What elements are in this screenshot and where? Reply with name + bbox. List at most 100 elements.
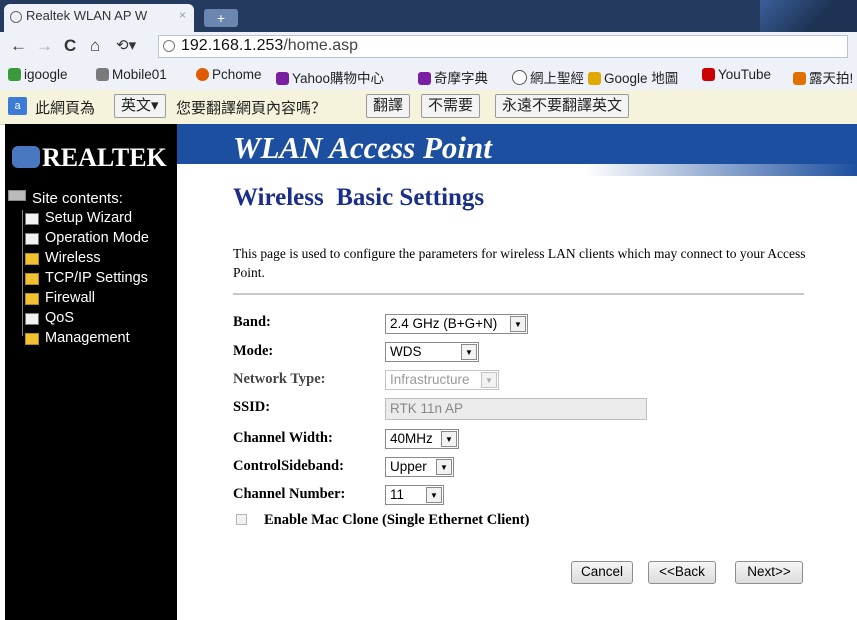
sidebar-item-label: TCP/IP Settings xyxy=(45,270,148,286)
realtek-crab-logo-icon xyxy=(12,146,40,168)
mac-clone-label: Enable Mac Clone (Single Ethernet Client… xyxy=(264,512,530,528)
next-button[interactable]: Next>> xyxy=(735,561,803,584)
folder-icon xyxy=(25,293,39,305)
bookmark-label: Pchome xyxy=(212,67,262,82)
sidebar-item-label: QoS xyxy=(45,310,75,326)
page-title: Wireless Basic Settings xyxy=(233,184,485,211)
channel-width-value: 40MHz xyxy=(390,431,433,446)
band-value: 2.4 GHz (B+G+N) xyxy=(390,316,498,331)
sidebar-item-label: Management xyxy=(45,330,130,346)
bookmark-pchome[interactable]: Pchome xyxy=(196,67,262,82)
translate-icon: a xyxy=(8,97,27,115)
logo-text: REALTEK xyxy=(42,143,167,172)
bookmark-label: Google 地圖 xyxy=(604,71,679,86)
bookmark-label: 露天拍! xyxy=(809,71,854,86)
translate-button[interactable]: 翻譯 xyxy=(366,94,411,118)
cancel-button[interactable]: Cancel xyxy=(571,561,633,584)
back-arrow-icon[interactable]: ← xyxy=(10,36,27,56)
window-glare xyxy=(760,0,857,32)
never-translate-button[interactable]: 永遠不要翻譯英文 xyxy=(495,94,630,118)
history-icon[interactable]: ⟲▾ xyxy=(116,36,136,56)
channel-number-select[interactable]: 11 ▼ xyxy=(385,485,444,505)
no-translate-button[interactable]: 不需要 xyxy=(421,94,481,118)
bookmark-mobile01[interactable]: Mobile01 xyxy=(96,67,167,82)
sidebar-item-label: Setup Wizard xyxy=(45,210,133,226)
dropdown-arrow-icon: ▼ xyxy=(481,372,497,388)
channel-number-value: 11 xyxy=(390,487,405,502)
folder-icon xyxy=(25,273,39,285)
band-select[interactable]: 2.4 GHz (B+G+N) ▼ xyxy=(385,314,528,334)
translate-question: 您要翻譯網頁內容嗎？ xyxy=(176,100,327,117)
dropdown-arrow-icon: ▼ xyxy=(510,316,526,332)
tab-title: Realtek WLAN AP W xyxy=(26,8,148,23)
translate-prefix: 此網頁為 xyxy=(35,100,96,117)
mode-value: WDS xyxy=(390,344,422,359)
band-label: Band: xyxy=(233,314,271,330)
browser-tab[interactable]: Realtek WLAN AP W × xyxy=(4,4,194,32)
sidebar-item-label: Wireless xyxy=(45,250,101,266)
dropdown-arrow-icon: ▼ xyxy=(461,344,477,360)
network-type-value: Infrastructure xyxy=(390,372,470,387)
channel-width-select[interactable]: 40MHz ▼ xyxy=(385,429,459,449)
bookmark-ruten[interactable]: 露天拍! xyxy=(793,67,853,87)
network-type-select[interactable]: Infrastructure ▼ xyxy=(385,370,499,390)
tab-close-icon[interactable]: × xyxy=(179,8,186,22)
channel-width-label: Channel Width: xyxy=(233,430,333,446)
dropdown-arrow-icon: ▼ xyxy=(436,459,452,475)
yahoo-icon xyxy=(418,72,431,85)
bookmark-label: Mobile01 xyxy=(112,67,167,82)
browser-toolbar: ← → C ⌂ ⟲▾ 192.168.1.253/home.asp xyxy=(0,32,857,62)
dropdown-arrow-icon: ▼ xyxy=(426,487,442,503)
bookmark-yahoo-mall[interactable]: Yahoo購物中心 xyxy=(276,67,384,87)
mode-select[interactable]: WDS ▼ xyxy=(385,342,479,362)
bookmark-label: Yahoo購物中心 xyxy=(292,71,385,86)
folder-icon xyxy=(25,333,39,345)
yahoo-icon xyxy=(276,72,289,85)
divider xyxy=(233,293,804,295)
language-select-button[interactable]: 英文▾ xyxy=(114,94,166,118)
page-description: This page is used to configure the param… xyxy=(233,246,806,280)
page-favicon-icon xyxy=(10,11,22,23)
page-icon xyxy=(25,233,39,245)
youtube-icon xyxy=(702,68,715,81)
globe-icon xyxy=(512,70,527,85)
page-icon xyxy=(25,213,39,225)
back-button[interactable]: <<Back xyxy=(648,561,716,584)
control-sideband-value: Upper xyxy=(390,459,427,474)
ssid-label: SSID: xyxy=(233,399,271,415)
bookmark-label: igoogle xyxy=(24,67,68,82)
new-tab-button[interactable]: + xyxy=(204,9,238,27)
network-type-label: Network Type: xyxy=(233,371,326,387)
bookmark-igoogle[interactable]: igoogle xyxy=(8,67,68,82)
bookmark-youtube[interactable]: YouTube xyxy=(702,67,771,82)
bookmark-label: 網上聖經 xyxy=(530,71,584,86)
bookmark-label: YouTube xyxy=(718,67,772,82)
address-bar[interactable]: 192.168.1.253/home.asp xyxy=(158,35,848,58)
bookmark-online-bible[interactable]: 網上聖經 xyxy=(512,67,584,87)
bookmark-google-maps[interactable]: Google 地圖 xyxy=(588,67,678,87)
ruten-icon xyxy=(793,72,806,85)
home-icon[interactable]: ⌂ xyxy=(90,36,100,56)
control-sideband-label: ControlSideband: xyxy=(233,458,344,474)
igoogle-icon xyxy=(8,68,21,81)
control-sideband-select[interactable]: Upper ▼ xyxy=(385,457,454,477)
bookmark-label: 奇摩字典 xyxy=(434,71,488,86)
sidebar-item-label: Firewall xyxy=(45,290,95,306)
browser-tab-bar: Realtek WLAN AP W × + xyxy=(0,0,857,32)
url-path: /home.asp xyxy=(283,37,359,54)
tree-connector-line xyxy=(22,210,23,336)
dropdown-arrow-icon: ▼ xyxy=(441,431,457,447)
bookmark-yahoo-dictionary[interactable]: 奇摩字典 xyxy=(418,67,488,87)
ssid-input[interactable]: RTK 11n AP xyxy=(385,398,647,420)
mobile01-icon xyxy=(96,68,109,81)
book-icon xyxy=(8,190,26,201)
realtek-logo: REALTEK xyxy=(12,143,167,173)
reload-icon[interactable]: C xyxy=(64,36,76,56)
mac-clone-checkbox[interactable] xyxy=(236,514,247,525)
mode-label: Mode: xyxy=(233,343,274,359)
globe-icon xyxy=(163,40,175,52)
bookmarks-bar: igoogle Mobile01 Pchome Yahoo購物中心 奇摩字典 網… xyxy=(0,62,857,90)
forward-arrow-icon[interactable]: → xyxy=(36,36,53,56)
site-contents-title: Site contents: xyxy=(8,190,123,207)
translate-bar: a 此網頁為 英文▾ 您要翻譯網頁內容嗎？ 翻譯 不需要 永遠不要翻譯英文 xyxy=(0,90,857,125)
